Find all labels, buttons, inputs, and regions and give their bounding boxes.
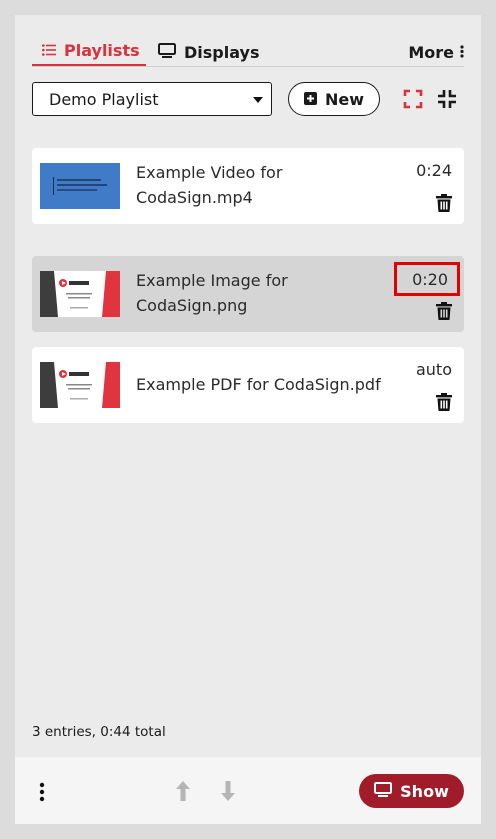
entry-title: Example PDF for CodaSign.pdf <box>136 375 381 394</box>
tab-playlists[interactable]: Playlists <box>32 37 146 67</box>
compress-icon[interactable] <box>436 88 458 110</box>
vertical-dots-icon <box>460 43 464 62</box>
codasign-thumbnail <box>40 271 120 317</box>
tab-divider <box>32 66 464 67</box>
new-playlist-button[interactable]: New <box>288 82 380 116</box>
move-up-arrow-icon[interactable] <box>174 779 192 803</box>
list-item-selected[interactable]: Example Image for CodaSign.png 0:20 <box>32 256 464 332</box>
show-label: Show <box>400 781 449 801</box>
tab-playlists-label: Playlists <box>64 41 140 60</box>
more-label: More <box>408 42 454 62</box>
video-thumbnail <box>40 163 120 209</box>
tab-bar: Playlists Displays More <box>32 37 464 67</box>
entry-duration[interactable]: 0:24 <box>416 161 452 180</box>
trash-icon[interactable] <box>436 194 452 212</box>
expand-icon[interactable] <box>402 88 424 110</box>
playlist-select[interactable]: Demo Playlist <box>32 82 272 116</box>
trash-icon[interactable] <box>436 393 452 411</box>
playlist-summary: 3 entries, 0:44 total <box>32 724 166 740</box>
entry-title: Example Image for CodaSign.png <box>136 271 288 315</box>
trash-icon[interactable] <box>436 302 452 320</box>
show-button[interactable]: Show <box>359 774 464 808</box>
list-item[interactable]: Example Video for CodaSign.mp4 0:24 <box>32 148 464 224</box>
entry-duration[interactable]: auto <box>416 360 452 379</box>
entry-duration-highlighted[interactable]: 0:20 <box>394 262 460 296</box>
kebab-menu-icon[interactable] <box>37 782 47 802</box>
entry-title: Example Video for CodaSign.mp4 <box>136 163 283 207</box>
monitor-icon <box>374 781 393 801</box>
list-item[interactable]: Example PDF for CodaSign.pdf auto <box>32 347 464 423</box>
list-icon <box>42 41 56 60</box>
playlist-toolbar: Demo Playlist New <box>32 82 464 116</box>
more-menu-button[interactable]: More <box>408 37 464 67</box>
move-down-arrow-icon[interactable] <box>219 779 237 803</box>
caret-down-icon <box>253 97 263 103</box>
plus-square-icon <box>303 90 317 109</box>
codasign-thumbnail <box>40 362 120 408</box>
new-label: New <box>324 89 365 109</box>
tab-displays-label: Displays <box>184 42 260 62</box>
footer-bar: Show <box>15 757 481 824</box>
playlist-panel: Playlists Displays More Demo Playlist Ne… <box>15 15 481 824</box>
playlist-select-value: Demo Playlist <box>49 89 159 109</box>
tab-displays[interactable]: Displays <box>158 37 259 67</box>
monitor-icon <box>158 42 176 62</box>
